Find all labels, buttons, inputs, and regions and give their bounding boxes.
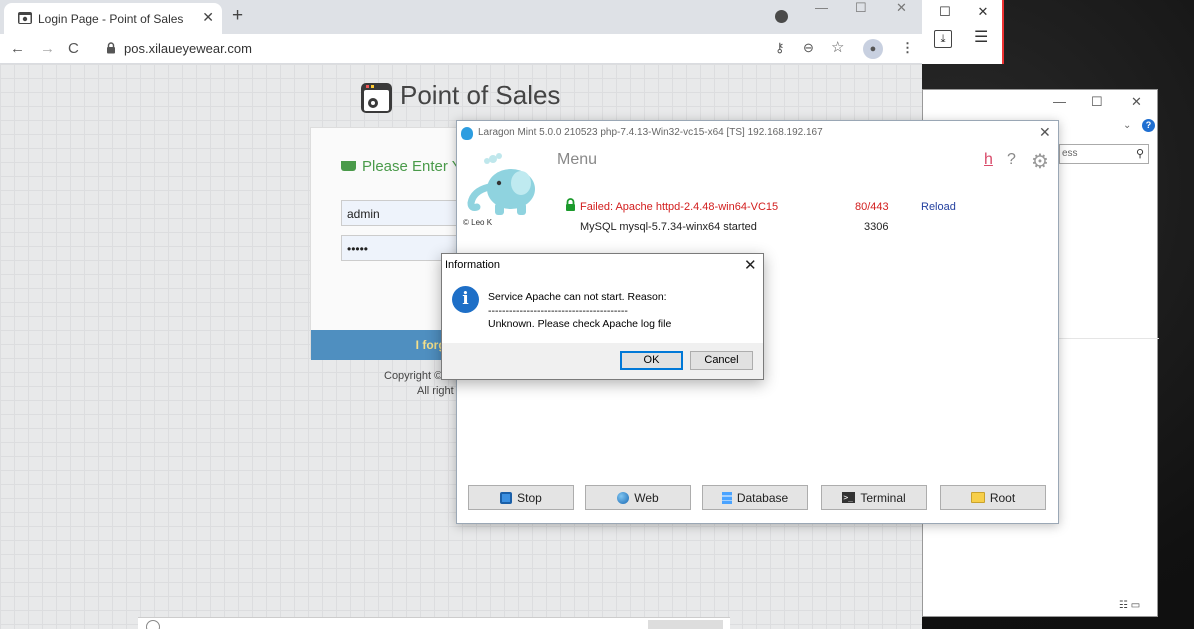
web-button[interactable]: Web xyxy=(585,485,691,510)
login-header-text: Please Enter Y xyxy=(362,158,462,175)
mysql-port: 3306 xyxy=(864,221,889,233)
circle-icon xyxy=(146,620,160,629)
back-icon[interactable]: ← xyxy=(10,40,25,57)
taskbar-fragment xyxy=(138,617,730,629)
bar-fragment xyxy=(648,620,723,629)
reload-link[interactable]: Reload xyxy=(921,201,956,213)
more-menu-icon[interactable]: ⋮ xyxy=(901,40,914,56)
zoom-icon[interactable]: ⊖ xyxy=(803,40,814,56)
profile-dot-icon[interactable] xyxy=(775,10,788,23)
database-button[interactable]: Database xyxy=(702,485,808,510)
dialog-line2: ---------------------------------------- xyxy=(488,304,628,317)
gear-icon[interactable]: ⚙ xyxy=(1031,149,1049,174)
terminal-icon: >_ xyxy=(842,492,856,503)
ok-button[interactable]: OK xyxy=(620,351,683,370)
tab-bar: Login Page - Point of Sales ✕ + — ☐ ✕ xyxy=(0,0,922,34)
rights-text: All right xyxy=(417,385,454,397)
close-tab-icon[interactable]: ✕ xyxy=(202,9,214,26)
lock-icon[interactable] xyxy=(106,42,116,54)
web-label: Web xyxy=(634,490,659,505)
maximize-icon[interactable]: ☐ xyxy=(855,0,867,16)
dialog-message: Service Apache can not start. Reason: --… xyxy=(488,291,671,332)
profile-avatar-icon[interactable]: ● xyxy=(863,39,883,59)
minimize-icon[interactable]: — xyxy=(1053,94,1066,109)
question-icon[interactable]: ? xyxy=(1007,151,1016,169)
apache-port: 80/443 xyxy=(855,201,889,213)
dialog-line3: Unknown. Please check Apache log file xyxy=(488,318,672,330)
root-button[interactable]: Root xyxy=(940,485,1046,510)
credit-text: © Leo K xyxy=(463,218,493,227)
copyright-text: Copyright © xyxy=(384,370,443,382)
close-icon[interactable]: ✕ xyxy=(744,256,757,274)
info-icon: i xyxy=(452,286,479,313)
help-link[interactable]: h xyxy=(984,151,993,169)
search-input[interactable]: ess ⚲ xyxy=(1059,144,1149,164)
help-icon[interactable]: ? xyxy=(1142,119,1155,132)
forward-icon[interactable]: → xyxy=(40,40,55,57)
folder-icon xyxy=(970,492,985,503)
terminal-label: Terminal xyxy=(860,490,906,505)
dialog-line1: Service Apache can not start. Reason: xyxy=(488,291,667,303)
menu-button[interactable]: Menu xyxy=(557,151,597,169)
maximize-icon[interactable]: ☐ xyxy=(1091,94,1103,110)
globe-icon xyxy=(617,491,630,504)
terminal-button[interactable]: >_ Terminal xyxy=(821,485,927,510)
cancel-button[interactable]: Cancel xyxy=(690,351,753,370)
close-icon[interactable]: ✕ xyxy=(1131,94,1142,110)
address-bar[interactable]: pos.xilaueyewear.com xyxy=(124,41,252,56)
close-icon[interactable]: ✕ xyxy=(972,4,994,20)
hamburger-menu-icon[interactable]: ☰ xyxy=(974,30,988,46)
maximize-icon[interactable]: ☐ xyxy=(934,4,956,20)
view-toggle-icon[interactable]: ☷ ▭ xyxy=(1119,600,1140,611)
close-icon[interactable]: ✕ xyxy=(1039,124,1051,141)
login-card: Please Enter Y admin ••••• I forgo xyxy=(310,127,462,360)
laragon-titlebar: Laragon Mint 5.0.0 210523 php-7.4.13-Win… xyxy=(457,121,1058,143)
download-icon[interactable]: ⤓ xyxy=(934,30,952,48)
root-label: Root xyxy=(989,490,1016,505)
search-icon[interactable]: ⚲ xyxy=(1136,147,1144,160)
stop-icon xyxy=(500,491,513,504)
minimize-icon[interactable]: — xyxy=(815,0,828,15)
coffee-cup-icon xyxy=(341,161,356,171)
elephant-logo-icon xyxy=(467,153,535,215)
new-tab-button[interactable]: + xyxy=(232,5,243,27)
chevron-down-icon[interactable]: ⌄ xyxy=(1123,120,1131,131)
browser-toolbar: ← → C pos.xilaueyewear.com ⚷ ⊖ ☆ ● ⋮ xyxy=(0,34,922,64)
database-icon xyxy=(721,491,732,504)
tab-title: Login Page - Point of Sales xyxy=(38,12,184,26)
laragon-title: Laragon Mint 5.0.0 210523 php-7.4.13-Win… xyxy=(478,127,823,138)
reload-icon[interactable]: C xyxy=(68,40,79,57)
lock-icon xyxy=(566,198,575,211)
close-icon[interactable]: ✕ xyxy=(896,0,907,16)
search-placeholder: ess xyxy=(1062,148,1078,159)
dialog-footer: OK Cancel xyxy=(442,343,763,379)
apache-service-status: Failed: Apache httpd-2.4.48-win64-VC15 xyxy=(580,201,779,213)
forgot-password-link[interactable]: I forgo xyxy=(311,330,461,360)
pos-title-text: Point of Sales xyxy=(400,80,561,110)
pos-favicon-icon xyxy=(18,12,32,24)
login-header: Please Enter Y xyxy=(341,158,471,175)
laragon-app-icon xyxy=(461,127,473,140)
dialog-title: Information xyxy=(445,259,501,271)
information-dialog: Information ✕ i Service Apache can not s… xyxy=(441,253,764,380)
stop-button[interactable]: Stop xyxy=(468,485,574,510)
username-field[interactable]: admin xyxy=(341,200,461,226)
bookmark-star-icon[interactable]: ☆ xyxy=(831,38,844,56)
tab-login-page[interactable]: Login Page - Point of Sales ✕ xyxy=(4,3,222,34)
mysql-service-status: MySQL mysql-5.7.34-winx64 started xyxy=(580,221,757,233)
database-label: Database xyxy=(736,490,789,505)
stop-label: Stop xyxy=(517,490,542,505)
background-window-titlebar: ☐ ✕ ⤓ ☰ xyxy=(922,0,1004,64)
key-icon[interactable]: ⚷ xyxy=(775,40,785,56)
pos-logo-icon xyxy=(361,83,392,113)
